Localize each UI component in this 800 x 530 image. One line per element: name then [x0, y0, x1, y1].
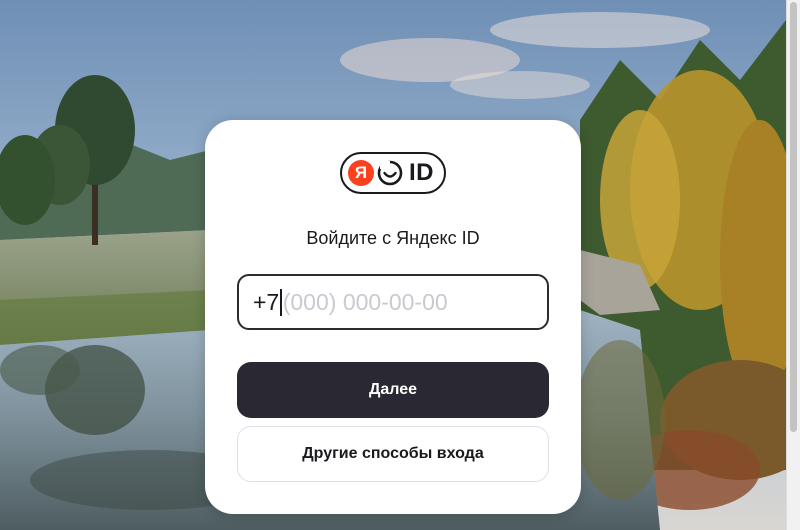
- other-login-methods-button[interactable]: Другие способы входа: [237, 426, 549, 482]
- text-caret: [280, 288, 282, 316]
- login-card: Я ID Войдите с Яндекс ID +7 (000) 000-00…: [205, 120, 581, 514]
- phone-placeholder: (000) 000-00-00: [282, 288, 448, 315]
- next-button[interactable]: Далее: [237, 362, 549, 418]
- page-title: Войдите с Яндекс ID: [306, 228, 480, 248]
- scrollbar-thumb[interactable]: [790, 2, 797, 432]
- scrollbar[interactable]: [786, 0, 800, 530]
- yandex-id-logo: Я ID: [340, 152, 446, 194]
- login-page: Я ID Войдите с Яндекс ID +7 (000) 000-00…: [0, 0, 800, 530]
- phone-prefix: +7: [253, 288, 280, 315]
- smile-face-icon: [377, 160, 403, 186]
- yandex-logo-icon: Я: [348, 160, 374, 186]
- logo-id-text: ID: [409, 159, 434, 186]
- phone-input[interactable]: +7 (000) 000-00-00: [237, 274, 549, 330]
